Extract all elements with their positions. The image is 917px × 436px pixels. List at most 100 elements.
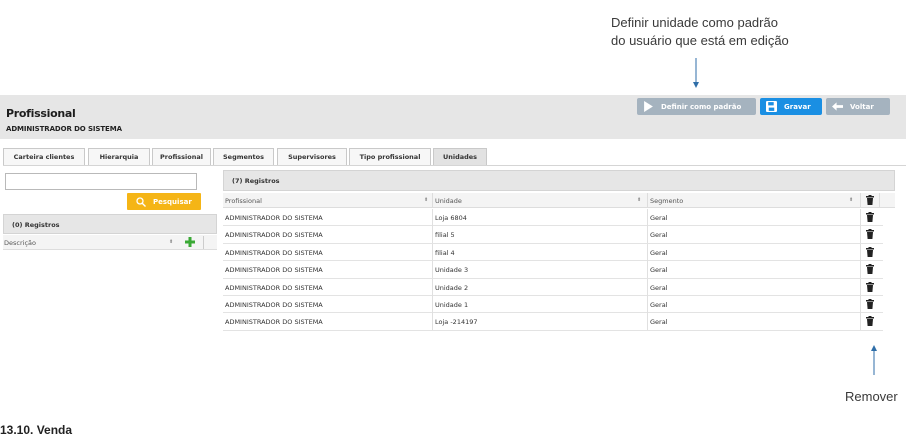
- trash-icon[interactable]: [866, 316, 874, 327]
- table-row: ADMINISTRADOR DO SISTEMA Unidade 3 Geral: [223, 261, 883, 279]
- column-divider: [647, 261, 648, 279]
- set-default-annotation-line-2: do usuário que está em edição: [611, 33, 789, 48]
- search-button-label: Pesquisar: [153, 197, 192, 206]
- set-default-annotation-line-1: Definir unidade como padrão: [611, 15, 778, 30]
- table-row: ADMINISTRADOR DO SISTEMA Unidade 2 Geral: [223, 278, 883, 296]
- page-subtitle: ADMINISTRADOR DO SISTEMA: [6, 125, 122, 133]
- column-divider: [647, 193, 648, 208]
- cell-unidade: Loja -214197: [435, 318, 478, 327]
- cell-segmento: Geral: [650, 283, 668, 292]
- column-divider: [860, 226, 861, 244]
- back-button[interactable]: Voltar: [826, 98, 890, 115]
- trash-icon[interactable]: [866, 298, 874, 309]
- cell-profissional: ADMINISTRADOR DO SISTEMA: [225, 231, 323, 240]
- grid-column-header: Profissional ⬍ Unidade ⬍ Segmento ⬍: [223, 193, 895, 208]
- set-default-button[interactable]: Definir como padrão: [637, 98, 756, 115]
- trash-icon[interactable]: [866, 229, 874, 240]
- column-divider: [860, 278, 861, 296]
- cell-profissional: ADMINISTRADOR DO SISTEMA: [225, 300, 323, 309]
- sort-arrows-icon[interactable]: ⬍: [849, 197, 853, 203]
- trash-icon[interactable]: [866, 264, 874, 275]
- play-icon: [644, 101, 653, 112]
- cell-unidade: Loja 6804: [435, 214, 467, 222]
- cell-profissional: ADMINISTRADOR DO SISTEMA: [225, 318, 323, 327]
- column-divider: [432, 261, 433, 279]
- save-button-label: Gravar: [784, 102, 811, 111]
- search-input[interactable]: [5, 173, 197, 190]
- cell-unidade: Unidade 2: [435, 283, 469, 292]
- column-divider: [432, 313, 433, 331]
- search-button[interactable]: Pesquisar: [127, 193, 201, 210]
- column-segmento[interactable]: Segmento: [650, 197, 683, 205]
- cell-unidade: Unidade 1: [435, 300, 469, 309]
- tab-unidades[interactable]: Unidades: [433, 148, 487, 165]
- cell-segmento: Geral: [650, 248, 668, 257]
- page-title: Profissional: [6, 107, 76, 120]
- cell-unidade: filial 4: [435, 248, 455, 257]
- annotation-arrow-down-icon: [693, 58, 699, 88]
- table-row: ADMINISTRADOR DO SISTEMA Unidade 1 Geral: [223, 295, 883, 314]
- grid-records-header: (7) Registros: [223, 170, 895, 191]
- tab-profissional[interactable]: Profissional: [152, 148, 211, 165]
- page-header: Profissional ADMINISTRADOR DO SISTEMA De…: [0, 95, 906, 139]
- trash-icon[interactable]: [866, 281, 874, 292]
- column-divider: [647, 209, 648, 226]
- cell-unidade: Unidade 3: [435, 266, 469, 275]
- column-divider: [432, 278, 433, 296]
- back-button-label: Voltar: [850, 102, 874, 111]
- table-row: ADMINISTRADOR DO SISTEMA filial 4 Geral: [223, 243, 883, 262]
- table-row: ADMINISTRADOR DO SISTEMA Loja -214197 Ge…: [223, 313, 883, 331]
- column-unidade[interactable]: Unidade: [435, 197, 462, 205]
- sort-arrows-icon[interactable]: ⬍: [169, 239, 173, 245]
- table-row: ADMINISTRADOR DO SISTEMA filial 5 Geral: [223, 226, 883, 244]
- tab-segmentos[interactable]: Segmentos: [213, 148, 274, 165]
- column-divider: [647, 278, 648, 296]
- column-divider: [432, 193, 433, 208]
- trash-icon: [866, 195, 874, 205]
- column-divider: [860, 243, 861, 261]
- column-divider: [860, 261, 861, 279]
- trash-icon[interactable]: [866, 212, 874, 222]
- cell-unidade: filial 5: [435, 231, 455, 240]
- column-profissional[interactable]: Profissional: [225, 197, 262, 205]
- set-default-annotation: Definir unidade como padrão do usuário q…: [611, 14, 789, 50]
- column-divider: [647, 313, 648, 331]
- column-divider: [860, 295, 861, 313]
- sort-arrows-icon[interactable]: ⬍: [637, 197, 641, 203]
- column-divider: [432, 209, 433, 226]
- cell-profissional: ADMINISTRADOR DO SISTEMA: [225, 214, 323, 222]
- remove-annotation: Remover: [845, 389, 898, 404]
- column-divider: [860, 209, 861, 226]
- tab-hierarquia[interactable]: Hierarquia: [88, 148, 150, 165]
- annotation-arrow-up-icon: [871, 345, 877, 375]
- tab-carteira-clientes[interactable]: Carteira clientes: [3, 148, 85, 165]
- column-divider: [432, 243, 433, 261]
- trash-icon[interactable]: [866, 246, 874, 257]
- cell-profissional: ADMINISTRADOR DO SISTEMA: [225, 248, 323, 257]
- plus-icon[interactable]: [184, 236, 196, 248]
- save-button[interactable]: Gravar: [760, 98, 822, 115]
- column-divider: [647, 295, 648, 313]
- column-divider: [647, 226, 648, 244]
- column-divider: [432, 295, 433, 313]
- description-column-label[interactable]: Descrição: [4, 239, 36, 247]
- column-divider: [647, 243, 648, 261]
- cell-segmento: Geral: [650, 318, 668, 327]
- table-row: ADMINISTRADOR DO SISTEMA Loja 6804 Geral: [223, 209, 883, 227]
- column-divider: [879, 193, 880, 208]
- left-column-header: Descrição ⬍: [3, 235, 217, 250]
- column-divider: [203, 236, 204, 249]
- tab-underline: [3, 165, 906, 166]
- set-default-button-label: Definir como padrão: [661, 102, 742, 111]
- cell-profissional: ADMINISTRADOR DO SISTEMA: [225, 266, 323, 275]
- search-icon: [136, 196, 146, 207]
- cell-profissional: ADMINISTRADOR DO SISTEMA: [225, 283, 323, 292]
- grid-body: ADMINISTRADOR DO SISTEMA Loja 6804 Geral…: [223, 209, 883, 331]
- tab-tipo-profissional[interactable]: Tipo profissional: [349, 148, 431, 165]
- column-divider: [432, 226, 433, 244]
- cell-segmento: Geral: [650, 231, 668, 240]
- cell-segmento: Geral: [650, 300, 668, 309]
- tab-supervisores[interactable]: Supervisores: [277, 148, 347, 165]
- sort-arrows-icon[interactable]: ⬍: [424, 197, 428, 203]
- app-window: Profissional ADMINISTRADOR DO SISTEMA De…: [0, 95, 917, 345]
